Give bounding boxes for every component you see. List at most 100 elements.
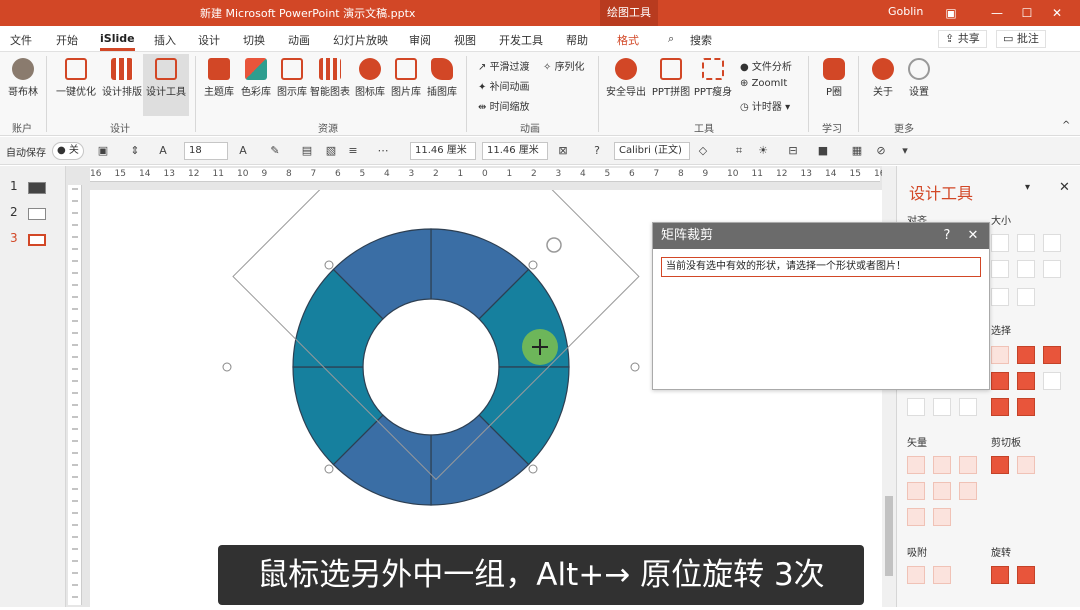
size-tool-icon[interactable]	[991, 234, 1009, 252]
comment-button[interactable]: ▭ 批注	[996, 30, 1046, 48]
shape-height-field[interactable]: 11.46 厘米	[482, 142, 548, 160]
resize-handle[interactable]	[222, 362, 232, 372]
smart-chart-button[interactable]: 智能图表	[308, 58, 352, 98]
dialog-help-icon[interactable]: ?	[937, 223, 957, 249]
select-tool-icon[interactable]	[991, 372, 1009, 390]
rotate-handle-icon[interactable]	[546, 237, 562, 253]
vector-tool-icon[interactable]	[907, 456, 925, 474]
resize-handle[interactable]	[324, 464, 334, 474]
close-window-icon[interactable]: ✕	[1046, 3, 1068, 23]
vector-tool-icon[interactable]	[907, 482, 925, 500]
tab-file[interactable]: 文件	[10, 32, 32, 48]
theme-library-button[interactable]: 主题库	[200, 58, 238, 98]
vector-tool-icon[interactable]	[959, 456, 977, 474]
resize-handle[interactable]	[528, 464, 538, 474]
vector-tool-icon[interactable]	[959, 482, 977, 500]
pane-close-icon[interactable]: ✕	[1059, 180, 1070, 195]
tab-developer[interactable]: 开发工具	[499, 32, 543, 48]
vector-tool-icon[interactable]	[907, 508, 925, 526]
font-icon[interactable]: A	[156, 144, 170, 158]
dialog-header[interactable]: 矩阵裁剪 ? ✕	[653, 223, 989, 249]
tab-review[interactable]: 审阅	[409, 32, 431, 48]
align-icon[interactable]: ⊟	[786, 144, 800, 158]
resize-handle[interactable]	[630, 362, 640, 372]
settings-button[interactable]: 设置	[902, 58, 936, 98]
dialog-close-icon[interactable]: ✕	[963, 223, 983, 249]
diagram-library-button[interactable]: 图示库	[274, 58, 310, 98]
size-tool-icon[interactable]	[1017, 288, 1035, 306]
resize-handle[interactable]	[324, 260, 334, 270]
select-tool-icon[interactable]	[1017, 346, 1035, 364]
group-icon[interactable]: ▧	[324, 144, 338, 158]
tab-transitions[interactable]: 切换	[243, 32, 265, 48]
brightness-icon[interactable]: ☀	[756, 144, 770, 158]
vector-tool-icon[interactable]	[933, 482, 951, 500]
snap-tool-icon[interactable]	[907, 566, 925, 584]
color-icon[interactable]: ■	[816, 144, 830, 158]
align-tool-icon[interactable]	[933, 398, 951, 416]
smooth-transition-button[interactable]: ↗ 平滑过渡	[478, 58, 530, 73]
size-tool-icon[interactable]	[991, 288, 1009, 306]
slide-number-1[interactable]: 1	[10, 179, 18, 193]
customize-icon[interactable]: ▾	[898, 144, 912, 158]
ppt-collage-button[interactable]: PPT拼图	[650, 58, 692, 98]
tab-help[interactable]: 帮助	[566, 32, 588, 48]
collapse-ribbon-icon[interactable]: ^	[1062, 120, 1070, 131]
design-tools-button[interactable]: 设计工具	[143, 54, 189, 116]
tab-view[interactable]: 视图	[454, 32, 476, 48]
fill-icon[interactable]: ✎	[268, 144, 282, 158]
font-name-field[interactable]: Calibri (正文)	[614, 142, 690, 160]
arrange-icon[interactable]: ▤	[300, 144, 314, 158]
clipboard-paste-icon[interactable]	[1017, 456, 1035, 474]
vector-tool-icon[interactable]	[933, 456, 951, 474]
tab-format[interactable]: 格式	[617, 32, 639, 48]
tab-slideshow[interactable]: 幻灯片放映	[333, 32, 388, 48]
tab-home[interactable]: 开始	[56, 32, 78, 48]
cursor-tool-icon[interactable]	[1043, 372, 1061, 390]
line-weight-icon[interactable]: ≡	[346, 144, 360, 158]
time-scale-button[interactable]: ⇹ 时间缩放	[478, 98, 530, 113]
shape-icon[interactable]: ▣	[96, 144, 110, 158]
clipboard-copy-icon[interactable]	[991, 456, 1009, 474]
select-tool-icon[interactable]	[991, 398, 1009, 416]
serialize-button[interactable]: ✧ 序列化	[543, 58, 585, 73]
file-analysis-button[interactable]: ● 文件分析	[740, 58, 792, 73]
one-click-optimize-button[interactable]: 一键优化	[54, 58, 98, 98]
font-size-field[interactable]: 18	[184, 142, 228, 160]
about-button[interactable]: 关于	[866, 58, 900, 98]
resize-handle[interactable]	[528, 260, 538, 270]
slide-thumb-3[interactable]	[28, 234, 46, 246]
icon-library-button[interactable]: 图标库	[352, 58, 388, 98]
size-tool-icon[interactable]	[1017, 260, 1035, 278]
tab-insert[interactable]: 插入	[154, 32, 176, 48]
dash-icon[interactable]: ⋯	[376, 144, 390, 158]
size-tool-icon[interactable]	[1043, 234, 1061, 252]
safe-export-button[interactable]: 安全导出	[604, 58, 648, 98]
image-library-button[interactable]: 图片库	[388, 58, 424, 98]
slide-thumb-1[interactable]	[28, 182, 46, 194]
timer-button[interactable]: ◷ 计时器 ▾	[740, 98, 790, 113]
illustration-library-button[interactable]: 插图库	[424, 58, 460, 98]
select-tool-icon[interactable]	[1043, 346, 1061, 364]
account-button[interactable]: 哥布林	[8, 58, 38, 98]
tab-design[interactable]: 设计	[198, 32, 220, 48]
align-tool-icon[interactable]	[907, 398, 925, 416]
slide-number-2[interactable]: 2	[10, 205, 18, 219]
rotate-tool-icon[interactable]	[991, 566, 1009, 584]
slide-thumb-2[interactable]	[28, 208, 46, 220]
size-tool-icon[interactable]	[1017, 234, 1035, 252]
select-tool-icon[interactable]	[1017, 398, 1035, 416]
scroll-thumb[interactable]	[885, 496, 893, 576]
snap-tool-icon[interactable]	[933, 566, 951, 584]
crop-tool-icon[interactable]: ⌗	[732, 144, 746, 158]
grid-icon[interactable]: ▦	[850, 144, 864, 158]
align-tool-icon[interactable]	[959, 398, 977, 416]
rotate-tool-icon[interactable]	[1017, 566, 1035, 584]
tween-animation-button[interactable]: ✦ 补间动画	[478, 78, 530, 93]
crop-icon[interactable]: ⊠	[556, 144, 570, 158]
context-tab-drawing-tools[interactable]: 绘图工具	[600, 0, 658, 26]
pane-options-icon[interactable]: ▾	[1025, 182, 1030, 193]
vector-tool-icon[interactable]	[933, 508, 951, 526]
autosave-toggle[interactable]: ● 关	[52, 142, 84, 160]
p-circle-button[interactable]: P圈	[816, 58, 852, 98]
